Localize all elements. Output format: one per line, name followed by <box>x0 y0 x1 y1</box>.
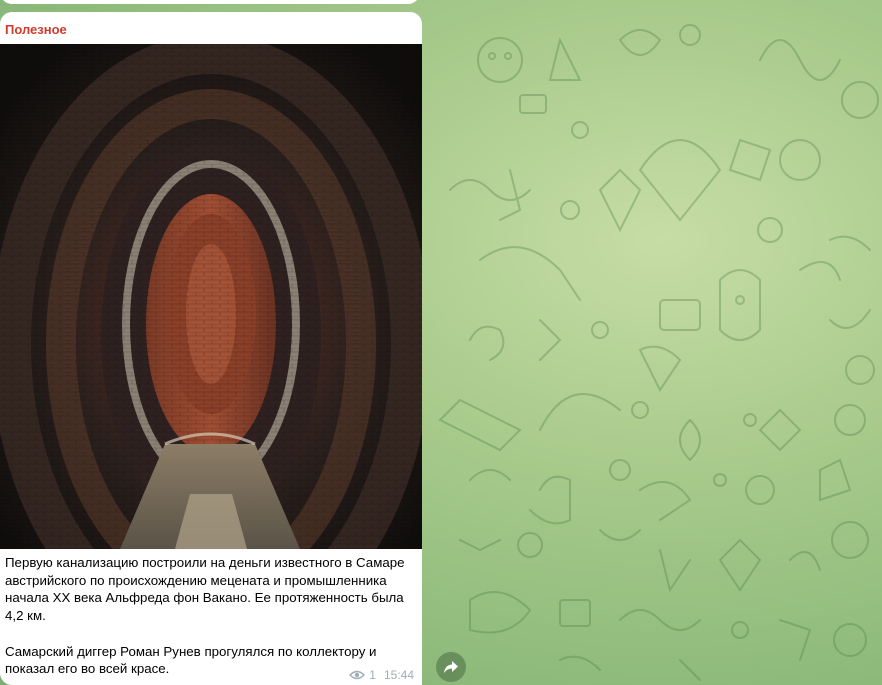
text-paragraph-1: Первую канализацию построили на деньги и… <box>5 554 410 625</box>
message-text: Первую канализацию построили на деньги и… <box>5 554 410 678</box>
text-line: показал его во всей красе. <box>5 661 170 677</box>
message-time: 15:44 <box>383 668 414 682</box>
text-line: Первую канализацию построили на деньги и… <box>5 555 405 570</box>
channel-message[interactable]: Полезное Первую канализацию построили на… <box>0 12 422 685</box>
text-line: австрийского по происхождению мецената и… <box>5 572 387 588</box>
previous-message-bubble <box>0 0 420 4</box>
text-line: начала XX века Альфреда фон Вакано. Ее п… <box>5 590 404 606</box>
eye-icon <box>349 670 366 680</box>
message-meta: 1 15:44 <box>349 668 414 682</box>
text-line: Самарский диггер Роман Рунев прогулялся … <box>5 643 377 659</box>
channel-name[interactable]: Полезное <box>5 22 67 37</box>
share-arrow-icon <box>444 661 458 673</box>
share-button[interactable] <box>436 652 466 682</box>
message-photo[interactable] <box>0 44 422 549</box>
view-count: 1 <box>369 668 376 682</box>
text-line: 4,2 км. <box>5 608 46 624</box>
